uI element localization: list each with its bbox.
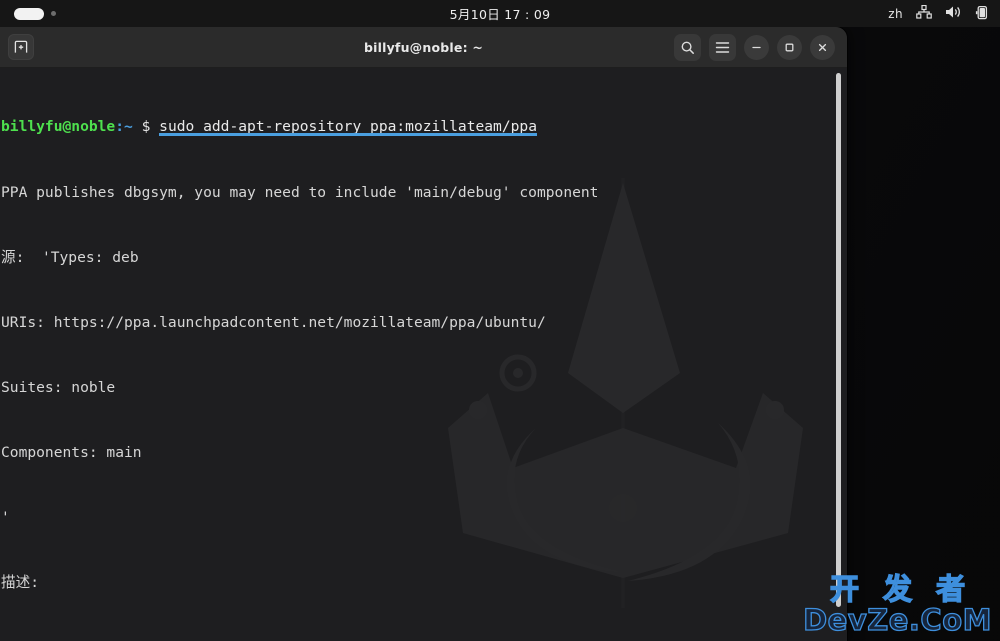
clock[interactable]: 5月10日 17 : 09 bbox=[0, 4, 1000, 23]
scrollbar-thumb[interactable] bbox=[836, 73, 841, 607]
maximize-button[interactable] bbox=[777, 34, 802, 60]
terminal-line: ' bbox=[1, 508, 10, 526]
top-panel-status-area[interactable]: zh bbox=[888, 4, 1000, 23]
vertical-scrollbar[interactable] bbox=[836, 73, 841, 613]
volume-icon[interactable] bbox=[945, 5, 962, 22]
prompt-user-host: billyfu@noble bbox=[1, 118, 116, 136]
input-language-indicator[interactable]: zh bbox=[888, 7, 903, 21]
terminal-window: billyfu@noble: ~ billyfu@noble:~ $ sudo … bbox=[0, 27, 847, 641]
terminal-line: 描述: bbox=[1, 574, 39, 592]
terminal-line: Suites: noble bbox=[1, 378, 116, 396]
hamburger-menu-icon[interactable] bbox=[709, 33, 736, 61]
terminal-line: Mozilla Team's Firefox stable + 115 ESR … bbox=[1, 637, 847, 641]
terminal-line: URIs: https://ppa.launchpadcontent.net/m… bbox=[1, 313, 546, 331]
system-top-panel: 5月10日 17 : 09 zh bbox=[0, 0, 1000, 27]
terminal-line: Components: main bbox=[1, 443, 142, 461]
terminal-prompt-line: billyfu@noble:~ $ sudo add-apt-repositor… bbox=[1, 116, 847, 138]
command-underline bbox=[159, 133, 537, 137]
terminal-output: billyfu@noble:~ $ sudo add-apt-repositor… bbox=[0, 68, 847, 641]
minimize-button[interactable] bbox=[744, 34, 769, 60]
terminal-line: 源: 'Types: deb bbox=[1, 248, 139, 266]
new-tab-icon[interactable] bbox=[8, 34, 34, 60]
prompt-sigil: $ bbox=[132, 118, 160, 136]
network-icon[interactable] bbox=[916, 4, 932, 22]
prompt-path: :~ bbox=[115, 118, 133, 136]
terminal-content-area[interactable]: billyfu@noble:~ $ sudo add-apt-repositor… bbox=[0, 68, 847, 641]
terminal-command[interactable]: sudo add-apt-repository ppa:mozillateam/… bbox=[159, 118, 537, 137]
terminal-line: PPA publishes dbgsym, you may need to in… bbox=[1, 183, 599, 201]
search-icon[interactable] bbox=[674, 33, 701, 61]
titlebar-actions bbox=[674, 33, 847, 61]
close-button[interactable] bbox=[810, 34, 835, 60]
terminal-titlebar: billyfu@noble: ~ bbox=[0, 27, 847, 68]
battery-icon[interactable] bbox=[975, 5, 988, 23]
